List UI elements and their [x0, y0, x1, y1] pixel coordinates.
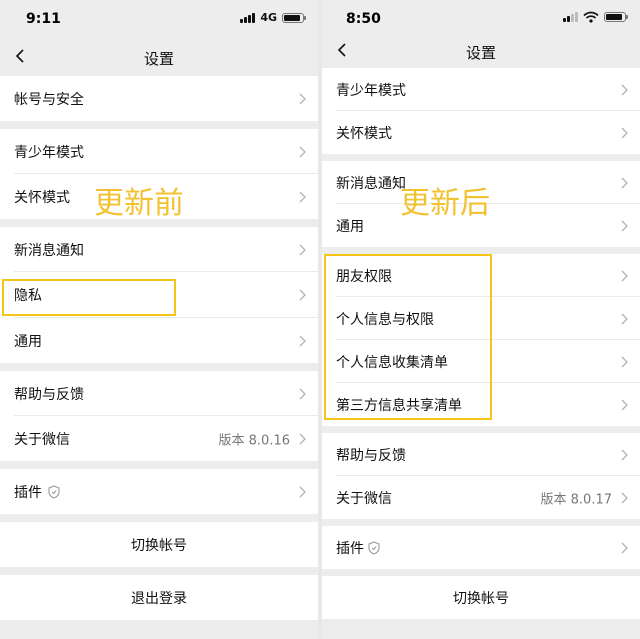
- row-label: 帐号与安全: [14, 91, 84, 108]
- row-care-mode[interactable]: 关怀模式: [322, 111, 640, 154]
- status-icons: [563, 11, 628, 23]
- row-plugins[interactable]: 插件: [0, 469, 318, 514]
- battery-icon: [604, 12, 628, 22]
- battery-icon: [282, 12, 306, 23]
- chevron-right-icon: [621, 492, 628, 503]
- nav-bar: 设置: [322, 32, 640, 70]
- row-label: 朋友权限: [336, 268, 392, 285]
- row-label: 插件: [14, 484, 42, 501]
- row-label: 新消息通知: [336, 175, 406, 192]
- row-privacy[interactable]: 隐私: [0, 272, 318, 318]
- row-third-party-sharing[interactable]: 第三方信息共享清单: [322, 383, 640, 426]
- row-label: 关于微信: [336, 490, 392, 507]
- button-label: 切换帐号: [453, 590, 509, 607]
- row-label: 个人信息与权限: [336, 311, 434, 328]
- row-label: 通用: [14, 333, 42, 350]
- row-label: 关于微信: [14, 431, 70, 448]
- row-label: 关怀模式: [14, 189, 70, 206]
- row-label: 新消息通知: [14, 242, 84, 259]
- version-value: 版本 8.0.16: [218, 433, 290, 448]
- row-general[interactable]: 通用: [0, 318, 318, 363]
- row-about-wechat[interactable]: 关于微信 版本 8.0.16: [0, 416, 318, 461]
- chevron-right-icon: [621, 84, 628, 95]
- chevron-right-icon: [621, 270, 628, 281]
- row-help-feedback[interactable]: 帮助与反馈: [322, 433, 640, 476]
- annotation-before: 更新前: [94, 186, 184, 221]
- row-label: 帮助与反馈: [336, 447, 406, 464]
- signal-icon: [563, 12, 578, 22]
- chevron-right-icon: [621, 399, 628, 410]
- row-label: 青少年模式: [336, 82, 406, 99]
- chevron-right-icon: [621, 542, 628, 553]
- logout-button[interactable]: 退出登录: [0, 575, 318, 620]
- nav-bar: 设置: [0, 38, 318, 76]
- chevron-right-icon: [621, 220, 628, 231]
- chevron-right-icon: [299, 146, 306, 157]
- right-phone-screen: 8:50 设置 青少年模式 关怀模式 新消息通知 通用 朋友权限 个人信息与权限…: [322, 0, 640, 639]
- signal-icon: [240, 12, 256, 23]
- row-youth-mode[interactable]: 青少年模式: [322, 68, 640, 111]
- chevron-right-icon: [621, 127, 628, 138]
- chevron-right-icon: [299, 486, 306, 497]
- row-youth-mode[interactable]: 青少年模式: [0, 129, 318, 174]
- page-title: 设置: [143, 50, 174, 68]
- chevron-right-icon: [621, 177, 628, 188]
- status-icons: 4G: [240, 11, 306, 24]
- row-label: 关怀模式: [336, 125, 392, 142]
- button-label: 切换帐号: [131, 537, 187, 554]
- button-label: 退出登录: [131, 590, 187, 607]
- row-label: 青少年模式: [14, 144, 84, 161]
- chevron-right-icon: [299, 191, 306, 202]
- row-friend-permissions[interactable]: 朋友权限: [322, 254, 640, 297]
- switch-account-button[interactable]: 切换帐号: [322, 576, 640, 619]
- wifi-icon: [583, 11, 599, 23]
- row-label: 个人信息收集清单: [336, 354, 448, 371]
- shield-icon: [368, 540, 380, 555]
- row-label: 第三方信息共享清单: [336, 397, 462, 414]
- chevron-right-icon: [621, 449, 628, 460]
- chevron-right-icon: [621, 356, 628, 367]
- annotation-after: 更新后: [400, 186, 490, 221]
- row-label: 隐私: [14, 288, 42, 304]
- chevron-right-icon: [299, 335, 306, 346]
- chevron-right-icon: [299, 244, 306, 255]
- row-help-feedback[interactable]: 帮助与反馈: [0, 371, 318, 416]
- chevron-right-icon: [299, 289, 306, 301]
- status-time: 9:11: [26, 11, 61, 27]
- chevron-right-icon: [621, 313, 628, 324]
- page-title: 设置: [465, 44, 496, 62]
- status-bar: 9:11 4G: [0, 0, 318, 38]
- row-about-wechat[interactable]: 关于微信 版本 8.0.17: [322, 476, 640, 519]
- switch-account-button[interactable]: 切换帐号: [0, 522, 318, 567]
- comparison-canvas: 9:11 4G 设置 帐号与安全 青少年模式 关怀模式 新消息通知 隐私 通用 …: [0, 0, 640, 639]
- chevron-right-icon: [299, 433, 306, 444]
- row-label: 插件: [336, 540, 364, 557]
- chevron-right-icon: [299, 388, 306, 399]
- left-phone-screen: 9:11 4G 设置 帐号与安全 青少年模式 关怀模式 新消息通知 隐私 通用 …: [0, 0, 318, 639]
- row-plugins[interactable]: 插件: [322, 526, 640, 569]
- row-personal-info-permissions[interactable]: 个人信息与权限: [322, 297, 640, 340]
- status-time: 8:50: [346, 11, 381, 27]
- network-type: 4G: [260, 11, 277, 24]
- chevron-right-icon: [299, 93, 306, 104]
- row-label: 通用: [336, 218, 364, 235]
- row-personal-info-collection[interactable]: 个人信息收集清单: [322, 340, 640, 383]
- shield-icon: [48, 484, 60, 499]
- row-new-message-notify[interactable]: 新消息通知: [0, 227, 318, 272]
- version-value: 版本 8.0.17: [540, 492, 612, 507]
- row-account-security[interactable]: 帐号与安全: [0, 76, 318, 121]
- row-label: 帮助与反馈: [14, 386, 84, 403]
